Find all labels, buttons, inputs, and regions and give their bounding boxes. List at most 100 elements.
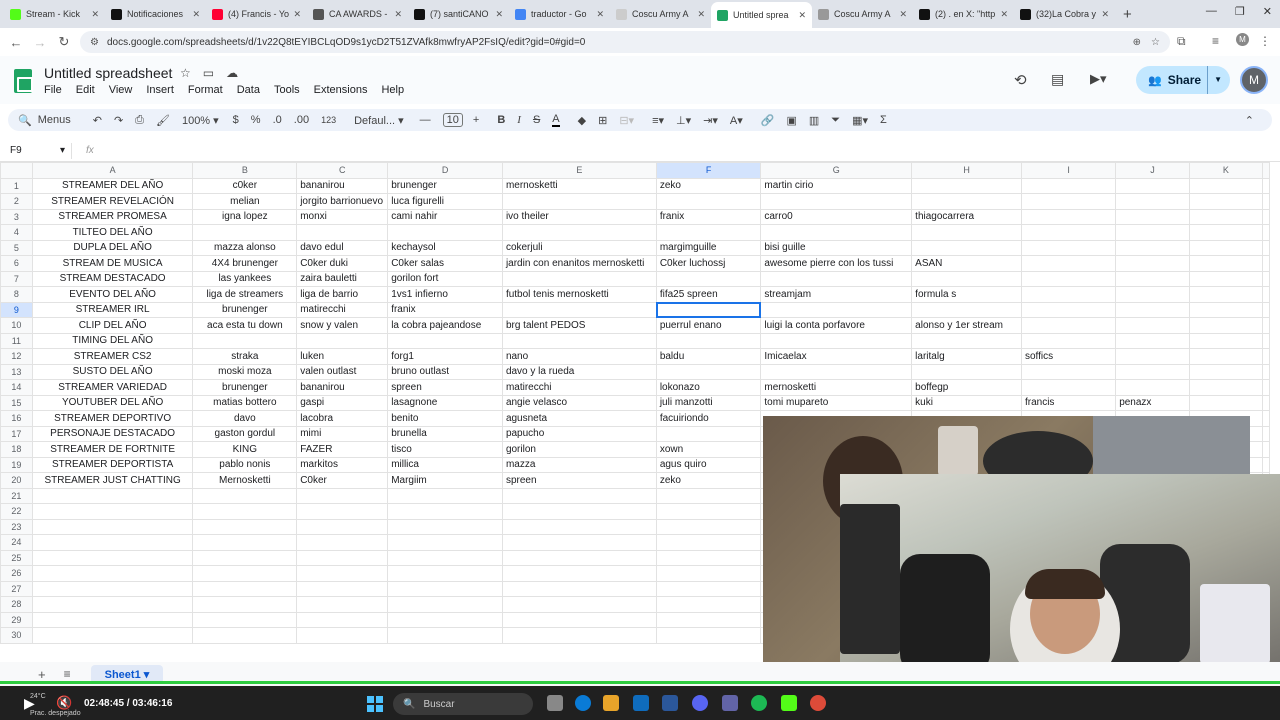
cell[interactable] xyxy=(31,627,194,644)
browser-tab[interactable]: traductor - Go ✕ xyxy=(509,2,610,26)
cell[interactable] xyxy=(501,627,657,644)
cell[interactable]: fifa25 spreen xyxy=(655,286,762,303)
cell[interactable] xyxy=(192,518,298,535)
cell[interactable]: mernosketti xyxy=(501,177,657,194)
cell[interactable] xyxy=(192,224,298,241)
row-header[interactable]: 26 xyxy=(0,565,33,582)
cell[interactable] xyxy=(911,332,1022,349)
forward-icon[interactable]: → xyxy=(28,35,52,50)
cell[interactable] xyxy=(501,580,657,597)
cell[interactable] xyxy=(1115,332,1190,349)
cell[interactable] xyxy=(501,224,657,241)
cell[interactable]: EVENTO DEL AÑO xyxy=(31,286,194,303)
cell[interactable] xyxy=(296,534,389,551)
cell[interactable] xyxy=(760,224,913,241)
cell[interactable]: penazx xyxy=(1115,394,1190,411)
cell[interactable] xyxy=(655,611,762,628)
cell[interactable]: STREAM DESTACADO xyxy=(31,270,194,287)
cell[interactable]: kuki xyxy=(911,394,1022,411)
collapse-menus-icon[interactable]: ⌃ xyxy=(1245,114,1254,127)
menu-item-view[interactable]: View xyxy=(109,84,133,96)
cell[interactable]: davo edul xyxy=(296,239,389,256)
cell[interactable]: luigi la conta porfavore xyxy=(760,317,913,334)
filter-icon[interactable]: ⏷ xyxy=(831,114,840,127)
tab-close-icon[interactable]: ✕ xyxy=(596,9,604,20)
cell[interactable]: aca esta tu down xyxy=(192,317,298,334)
cell[interactable] xyxy=(31,503,194,520)
cell[interactable] xyxy=(1020,363,1117,380)
cell[interactable]: spreen xyxy=(501,472,657,489)
row-header[interactable]: 7 xyxy=(0,270,33,287)
cell[interactable] xyxy=(1115,239,1190,256)
document-title[interactable]: Untitled spreadsheet xyxy=(44,65,172,81)
cell[interactable]: gorilon fort xyxy=(387,270,503,287)
tab-close-icon[interactable]: ✕ xyxy=(394,9,402,20)
row-header[interactable]: 5 xyxy=(0,239,33,256)
cell[interactable]: CLIP DEL AÑO xyxy=(31,317,194,334)
teams-icon[interactable] xyxy=(722,695,738,711)
cell[interactable]: liga de streamers xyxy=(192,286,298,303)
spotify-icon[interactable] xyxy=(751,695,767,711)
cell[interactable]: STREAMER DEPORTIVO xyxy=(31,410,194,427)
more-formats-button[interactable]: 123 xyxy=(321,115,336,125)
cell[interactable] xyxy=(1115,348,1190,365)
browser-tab[interactable]: Stream - Kick ✕ xyxy=(4,2,105,26)
site-info-icon[interactable]: ⚙ xyxy=(90,37,99,48)
cell[interactable]: benito xyxy=(387,410,503,427)
cell[interactable] xyxy=(501,301,657,318)
cell[interactable] xyxy=(1188,363,1264,380)
media-icon[interactable]: ≡ xyxy=(1212,34,1219,48)
cell[interactable] xyxy=(501,565,657,582)
cell[interactable]: brunenger xyxy=(192,301,298,318)
cell[interactable] xyxy=(192,332,298,349)
browser-tab[interactable]: CA AWARDS - ✕ xyxy=(307,2,408,26)
cell[interactable] xyxy=(296,580,389,597)
vertical-align-icon[interactable]: ⊥▾ xyxy=(676,114,691,127)
cell[interactable]: matirecchi xyxy=(296,301,389,318)
cell[interactable]: STREAMER CS2 xyxy=(31,348,194,365)
cell[interactable] xyxy=(1020,224,1117,241)
cell[interactable] xyxy=(192,534,298,551)
play-icon[interactable]: ▶ xyxy=(24,695,35,712)
mute-icon[interactable]: 🔇 xyxy=(56,695,72,711)
tab-close-icon[interactable]: ✕ xyxy=(798,10,806,21)
decrease-font-size-icon[interactable]: — xyxy=(420,114,431,126)
cell[interactable]: kechaysol xyxy=(387,239,503,256)
cell[interactable] xyxy=(296,596,389,613)
cell[interactable] xyxy=(1188,239,1264,256)
cell[interactable]: pablo nonis xyxy=(192,456,298,473)
cell[interactable] xyxy=(1115,286,1190,303)
cell[interactable] xyxy=(31,611,194,628)
row-header[interactable]: 6 xyxy=(0,255,33,272)
cell[interactable]: brg talent PEDOS xyxy=(501,317,657,334)
row-header[interactable]: 27 xyxy=(0,580,33,597)
cell[interactable] xyxy=(1020,317,1117,334)
cell[interactable]: futbol tenis mernosketti xyxy=(501,286,657,303)
tab-close-icon[interactable]: ✕ xyxy=(899,9,907,20)
cell[interactable] xyxy=(1020,177,1117,194)
cell[interactable]: zaira bauletti xyxy=(296,270,389,287)
row-header[interactable]: 1 xyxy=(0,177,33,194)
cell[interactable] xyxy=(760,332,913,349)
windows-start-icon[interactable] xyxy=(367,696,383,712)
cell[interactable]: moski moza xyxy=(192,363,298,380)
row-header[interactable]: 8 xyxy=(0,286,33,303)
undo-icon[interactable]: ↶ xyxy=(93,114,102,127)
cell[interactable] xyxy=(911,224,1022,241)
cell[interactable] xyxy=(1115,177,1190,194)
cell[interactable] xyxy=(501,596,657,613)
row-header[interactable]: 17 xyxy=(0,425,33,442)
menu-item-data[interactable]: Data xyxy=(237,84,260,96)
menu-item-insert[interactable]: Insert xyxy=(146,84,174,96)
version-history-icon[interactable]: ⟲ xyxy=(1014,71,1027,89)
row-header[interactable]: 24 xyxy=(0,534,33,551)
tab-close-icon[interactable]: ✕ xyxy=(495,9,503,20)
insert-link-icon[interactable]: 🔗 xyxy=(761,114,775,127)
cell[interactable] xyxy=(387,503,503,520)
cell[interactable] xyxy=(1188,348,1264,365)
cell[interactable] xyxy=(296,518,389,535)
cell[interactable]: C0ker duki xyxy=(296,255,389,272)
cell[interactable] xyxy=(296,549,389,566)
share-button[interactable]: 👥 Share ▼ xyxy=(1136,66,1230,94)
cell[interactable] xyxy=(31,518,194,535)
